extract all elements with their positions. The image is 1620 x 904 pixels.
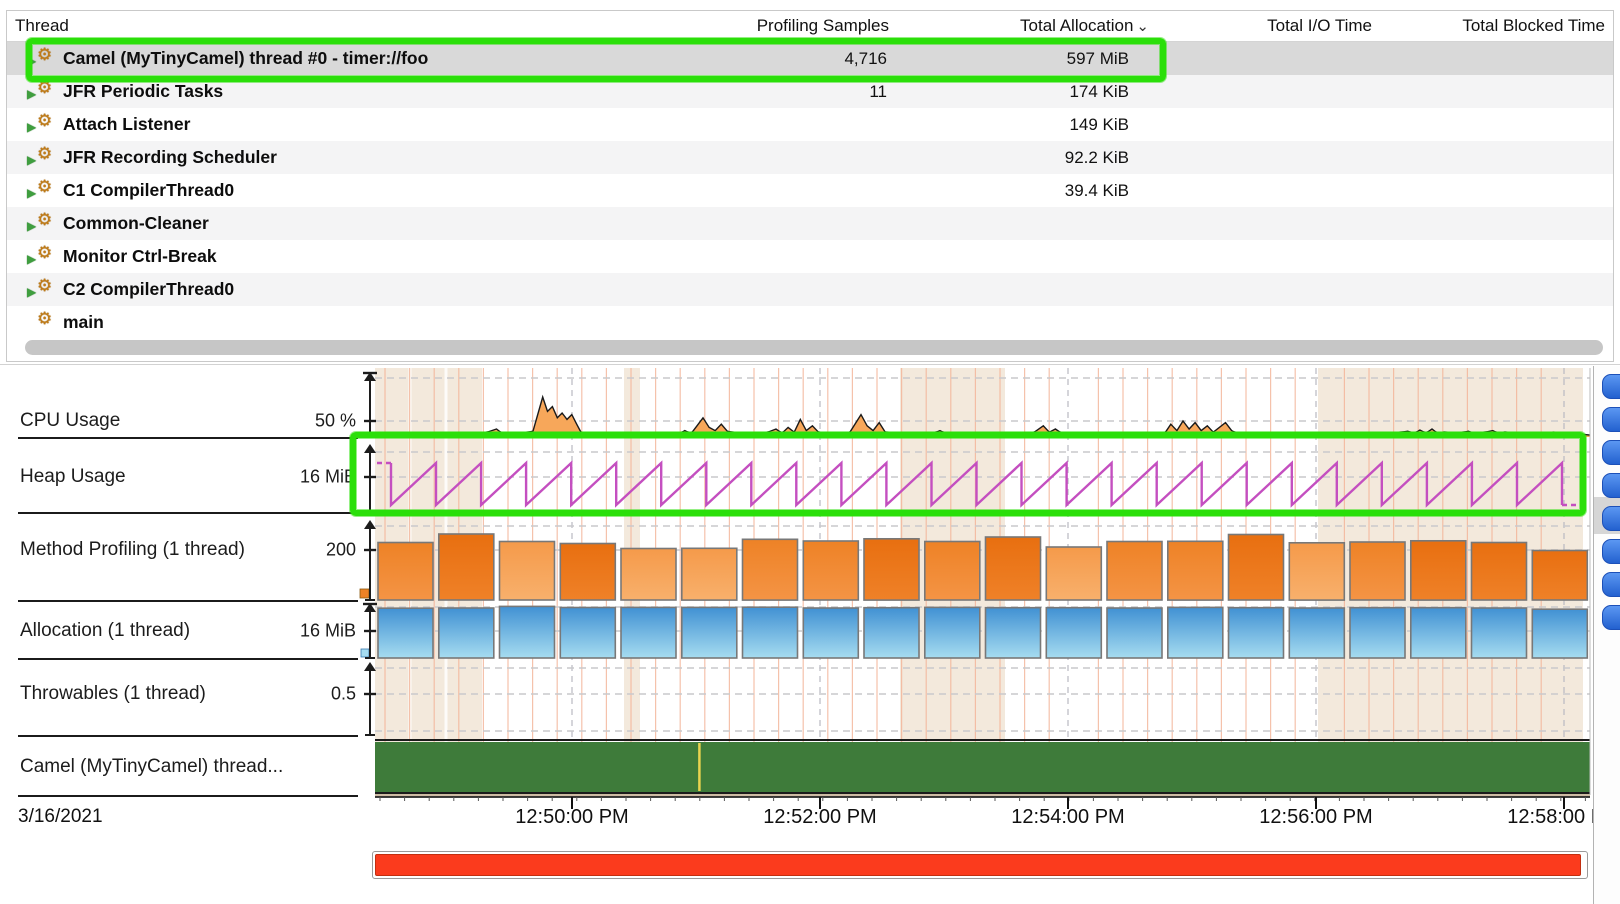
lane-method[interactable]: [375, 520, 1590, 600]
chart-config-button[interactable]: [1602, 539, 1620, 564]
date-label: 3/16/2021: [18, 806, 103, 828]
chart-config-button[interactable]: [1602, 407, 1620, 432]
lane-separator: [18, 437, 358, 439]
lane-separator: [18, 512, 358, 514]
time-axis-label: 12:56:00 PM: [1206, 806, 1426, 829]
lane-separator: [18, 600, 358, 602]
lane-label-heap: Heap Usage: [20, 466, 126, 488]
chart-config-panel: [1593, 366, 1620, 904]
lane-scale-value-cpu: 50 %: [266, 411, 356, 432]
time-axis-label: 12:50:00 PM: [462, 806, 682, 829]
time-axis-label: 12:52:00 PM: [710, 806, 930, 829]
lane-scale-value-alloc: 16 MiB: [266, 621, 356, 642]
chart-config-button[interactable]: [1602, 440, 1620, 465]
lane-separator: [18, 735, 358, 737]
lane-scale-value-thr: 0.5: [266, 684, 356, 705]
lane-label-method: Method Profiling (1 thread): [20, 539, 245, 561]
lane-separator: [18, 658, 358, 660]
lane-cpu[interactable]: [375, 372, 1590, 437]
lane-label-thr: Throwables (1 thread): [20, 683, 206, 705]
chart-config-button[interactable]: [1602, 605, 1620, 630]
lane-label-cpu: CPU Usage: [20, 410, 120, 432]
lane-scale-value-heap: 16 MiB: [266, 467, 356, 488]
lane-label-span: Camel (MyTinyCamel) thread...: [20, 756, 283, 778]
lane-heap[interactable]: [375, 444, 1590, 512]
lane-thr[interactable]: [375, 662, 1590, 735]
lane-label-alloc: Allocation (1 thread): [20, 620, 190, 642]
chart-config-button[interactable]: [1602, 506, 1620, 531]
timeline-scrollbar-thumb[interactable]: [375, 854, 1581, 876]
lane-scale-value-method: 200: [266, 540, 356, 561]
lane-span[interactable]: [375, 742, 1590, 792]
timeline-horizontal-scrollbar[interactable]: [372, 851, 1588, 879]
chart-config-button[interactable]: [1602, 374, 1620, 399]
lane-separator: [18, 795, 358, 797]
time-axis-label: 12:54:00 PM: [958, 806, 1178, 829]
chart-config-button[interactable]: [1602, 572, 1620, 597]
jmc-threads-view: ThreadProfiling SamplesTotal Allocation⌄…: [0, 0, 1620, 904]
lane-alloc[interactable]: [375, 603, 1590, 658]
chart-config-button[interactable]: [1602, 473, 1620, 498]
annotation-table-row-highlight: [26, 38, 1166, 82]
